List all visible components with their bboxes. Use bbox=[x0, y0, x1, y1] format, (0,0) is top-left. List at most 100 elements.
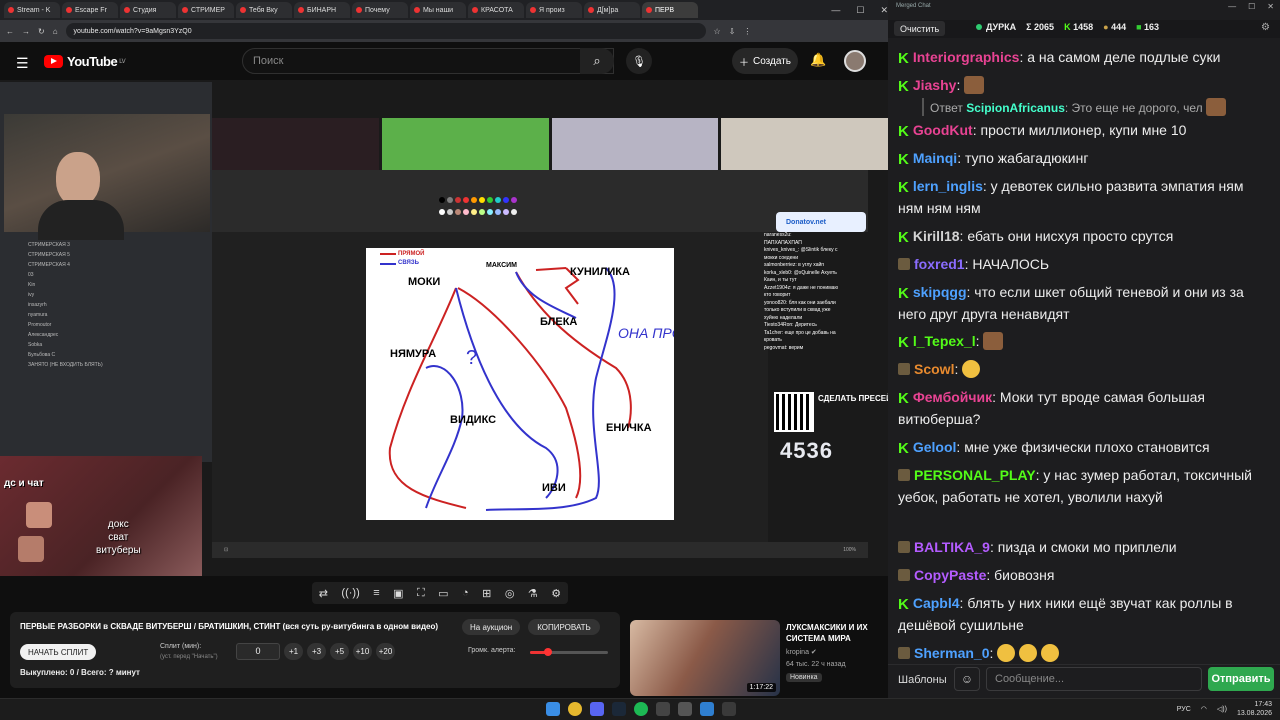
create-button[interactable]: ＋ Создать bbox=[732, 48, 798, 74]
account-avatar[interactable] bbox=[844, 50, 866, 72]
palette-swatch[interactable] bbox=[471, 197, 477, 203]
chat-nick[interactable]: CopyPaste bbox=[914, 567, 986, 583]
maximize-icon[interactable]: ☐ bbox=[1248, 2, 1255, 11]
chat-nick[interactable]: skipqgg bbox=[913, 284, 967, 300]
browser-tab[interactable]: Мы наши bbox=[410, 2, 466, 18]
maximize-icon[interactable]: ☐ bbox=[856, 5, 864, 16]
app-icon[interactable] bbox=[678, 702, 692, 716]
browser-tab[interactable]: Я произ bbox=[526, 2, 582, 18]
split-step-button[interactable]: +1 bbox=[284, 643, 303, 660]
browser-tab[interactable]: Тебя Вку bbox=[236, 2, 292, 18]
hamburger-icon[interactable]: ☰ bbox=[16, 55, 29, 72]
palette-swatch[interactable] bbox=[495, 197, 501, 203]
chat-nick[interactable]: GoodKut bbox=[913, 122, 973, 138]
browser-tab[interactable]: КРАСОТА bbox=[468, 2, 524, 18]
templates-button[interactable]: Шаблоны bbox=[898, 670, 947, 690]
split-step-button[interactable]: +20 bbox=[376, 643, 395, 660]
back-icon[interactable]: ← bbox=[6, 27, 14, 36]
volume-icon[interactable]: ◁)) bbox=[1217, 705, 1227, 714]
steam-icon[interactable] bbox=[612, 702, 626, 716]
palette-swatch[interactable] bbox=[463, 209, 469, 215]
browser-tab[interactable]: Почему bbox=[352, 2, 408, 18]
language-indicator[interactable]: РУС bbox=[1177, 705, 1191, 714]
settings-icon[interactable]: ⚙ bbox=[551, 587, 561, 600]
alert-volume-slider[interactable] bbox=[530, 648, 608, 656]
chrome-icon[interactable] bbox=[568, 702, 582, 716]
palette-swatch[interactable] bbox=[463, 197, 469, 203]
chat-nick[interactable]: PERSONAL_PLAY bbox=[914, 467, 1036, 483]
minimize-icon[interactable]: — bbox=[831, 5, 840, 15]
palette-swatch[interactable] bbox=[439, 209, 445, 215]
home-icon[interactable]: ⌂ bbox=[53, 27, 58, 36]
palette-swatch[interactable] bbox=[455, 209, 461, 215]
browser-tab[interactable]: Escape Fr bbox=[62, 2, 118, 18]
browser-tab[interactable]: Студия bbox=[120, 2, 176, 18]
palette-swatch[interactable] bbox=[455, 197, 461, 203]
browser-tab[interactable]: ПЕРВ bbox=[642, 2, 698, 18]
palette-swatch[interactable] bbox=[447, 209, 453, 215]
theater-icon[interactable]: ▭ bbox=[438, 587, 448, 600]
close-icon[interactable]: ✕ bbox=[880, 5, 888, 16]
fullscreen-icon[interactable]: ⛶ bbox=[417, 587, 425, 600]
palette-swatch[interactable] bbox=[503, 197, 509, 203]
palette-swatch[interactable] bbox=[479, 197, 485, 203]
discord-icon[interactable] bbox=[590, 702, 604, 716]
browser-tab[interactable]: СТРИМЕР bbox=[178, 2, 234, 18]
menu-icon[interactable]: ⋮ bbox=[743, 27, 751, 36]
start-split-button[interactable]: НАЧАТЬ СПЛИТ bbox=[20, 644, 97, 660]
chat-nick[interactable]: Kirill18 bbox=[913, 228, 960, 244]
url-field[interactable]: youtube.com/watch?v=9aMgsn3YzQ0 bbox=[65, 23, 706, 39]
screenshot-icon[interactable]: ◎ bbox=[505, 587, 515, 600]
chat-nick[interactable]: BALTIKA_9 bbox=[914, 539, 990, 555]
star-icon[interactable]: ☆ bbox=[714, 27, 721, 36]
palette-swatch[interactable] bbox=[439, 197, 445, 203]
split-step-button[interactable]: +5 bbox=[330, 643, 349, 660]
chat-nick[interactable]: Capbl4 bbox=[913, 595, 960, 611]
app-icon[interactable] bbox=[722, 702, 736, 716]
chat-nick[interactable]: foxred1 bbox=[914, 256, 965, 272]
reply-nick[interactable]: ScipionAfricanus bbox=[966, 101, 1065, 115]
auction-button[interactable]: На аукцион bbox=[462, 619, 521, 635]
send-button[interactable]: Отправить bbox=[1208, 667, 1274, 691]
close-icon[interactable]: ✕ bbox=[1267, 2, 1274, 11]
app-icon[interactable] bbox=[700, 702, 714, 716]
split-step-button[interactable]: +3 bbox=[307, 643, 326, 660]
app-icon[interactable] bbox=[656, 702, 670, 716]
copy-button[interactable]: КОПИРОВАТЬ bbox=[528, 619, 600, 635]
palette-swatch[interactable] bbox=[487, 209, 493, 215]
emoji-icon[interactable]: ☺ bbox=[954, 667, 980, 691]
palette-swatch[interactable] bbox=[447, 197, 453, 203]
minimize-icon[interactable]: — bbox=[1228, 2, 1236, 11]
search-icon[interactable]: ⌕ bbox=[580, 48, 614, 74]
browser-tab[interactable]: Stream - K bbox=[4, 2, 60, 18]
palette-swatch[interactable] bbox=[471, 209, 477, 215]
settings-icon[interactable]: ⚙ bbox=[1261, 22, 1270, 33]
loop-icon[interactable]: ⇄ bbox=[319, 587, 328, 600]
clip-icon[interactable]: ▣ bbox=[393, 587, 403, 600]
palette-swatch[interactable] bbox=[511, 197, 517, 203]
download-icon[interactable]: ⇩ bbox=[729, 27, 736, 36]
palette-swatch[interactable] bbox=[511, 209, 517, 215]
palette-swatch[interactable] bbox=[487, 197, 493, 203]
chat-nick[interactable]: Jiashy bbox=[913, 77, 957, 93]
spotify-icon[interactable] bbox=[634, 702, 648, 716]
chat-nick[interactable]: lern_inglis bbox=[913, 178, 983, 194]
clear-button[interactable]: Очистить bbox=[894, 21, 946, 36]
palette-swatch[interactable] bbox=[503, 209, 509, 215]
add-icon[interactable]: ⊞ bbox=[482, 587, 491, 600]
palette-swatch[interactable] bbox=[495, 209, 501, 215]
start-icon[interactable] bbox=[546, 702, 560, 716]
forward-icon[interactable]: → bbox=[22, 27, 30, 36]
reload-icon[interactable]: ↻ bbox=[38, 27, 45, 36]
browser-tab[interactable]: БИНАРН bbox=[294, 2, 350, 18]
palette-swatch[interactable] bbox=[479, 209, 485, 215]
lab-icon[interactable]: ⚗ bbox=[528, 587, 538, 600]
youtube-logo[interactable]: YouTube LV bbox=[44, 54, 126, 69]
clock[interactable]: 17:43 13.08.2026 bbox=[1237, 700, 1272, 718]
chat-nick[interactable]: Scowl bbox=[914, 361, 954, 377]
search-input[interactable]: Поиск bbox=[242, 48, 614, 74]
chat-nick[interactable]: Gelool bbox=[913, 439, 957, 455]
chat-nick[interactable]: Interiorgraphics bbox=[913, 49, 1020, 65]
playlist-icon[interactable]: ≡ bbox=[373, 587, 379, 599]
browser-tab[interactable]: Д[м]ра bbox=[584, 2, 640, 18]
